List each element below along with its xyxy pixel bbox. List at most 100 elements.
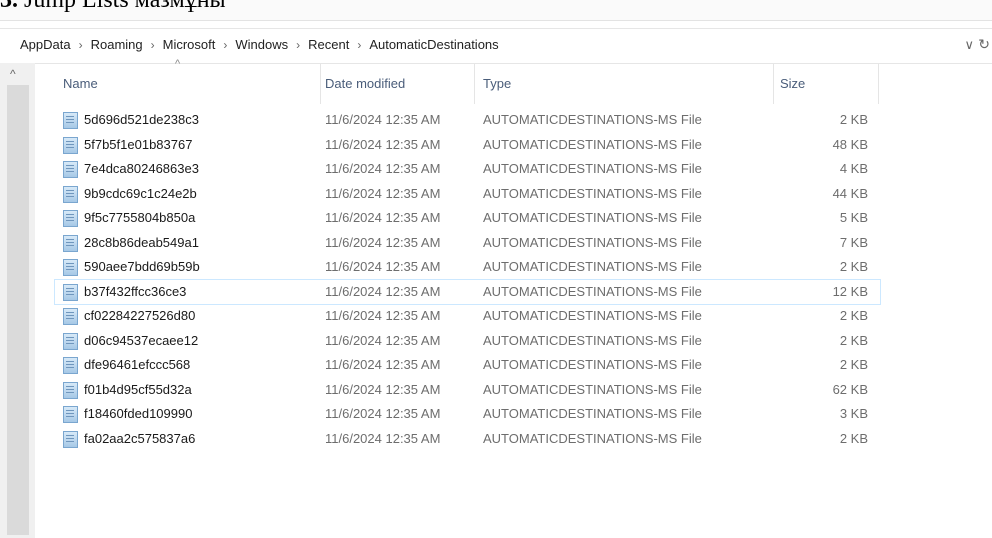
- file-name: 7e4dca80246863e3: [84, 161, 199, 176]
- column-header-type-label: Type: [483, 76, 512, 91]
- file-name: 590aee7bdd69b59b: [84, 259, 200, 274]
- file-size: 62 KB: [832, 381, 868, 397]
- column-header-name-label: Name: [63, 76, 98, 91]
- file-date-modified: 11/6/2024 12:35 AM: [325, 210, 441, 225]
- file-row[interactable]: b37f432ffcc36ce3 11/6/2024 12:35 AM AUTOMA…: [54, 278, 881, 305]
- breadcrumb-separator-icon[interactable]: ›: [223, 38, 227, 52]
- file-icon: [63, 406, 78, 423]
- file-date-modified: 11/6/2024 12:35 AM: [325, 185, 441, 201]
- file-row[interactable]: 5d696d521de238c3 11/6/2024 12:35 AM AUTOMA…: [55, 108, 880, 133]
- file-name: f18460fded109990: [84, 406, 193, 421]
- file-row[interactable]: d06c94537ecaee12 11/6/2024 12:35 AM AUTOMA…: [55, 329, 880, 354]
- column-header-size-label: Size: [780, 76, 806, 91]
- file-type: AUTOMATICDESTINATIONS-MS File: [483, 430, 702, 446]
- file-size: 2 KB: [839, 357, 868, 372]
- file-name: cf02284227526d80: [84, 308, 196, 323]
- file-row[interactable]: f01b4d95cf55d32a 11/6/2024 12:35 AM AUTOMA…: [55, 378, 880, 403]
- file-date-modified: 11/6/2024 12:35 AM: [325, 430, 441, 446]
- file-icon: [63, 210, 78, 227]
- file-size: 7 KB: [839, 234, 868, 250]
- file-row[interactable]: f18460fded109990 11/6/2024 12:35 AM AUTOMA…: [55, 402, 880, 427]
- file-type: AUTOMATICDESTINATIONS-MS File: [483, 283, 702, 299]
- file-date-modified: 11/6/2024 12:35 AM: [325, 381, 441, 397]
- file-size: 2 KB: [839, 112, 868, 127]
- file-row[interactable]: 590aee7bdd69b59b 11/6/2024 12:35 AM AUTOMA…: [55, 255, 880, 280]
- file-name: b37f432ffcc36ce3: [84, 283, 187, 299]
- file-icon: [63, 136, 78, 154]
- file-icon: [63, 430, 78, 448]
- scroll-up-icon[interactable]: ^: [10, 67, 16, 81]
- column-header-size[interactable]: Size: [774, 64, 878, 104]
- file-type: AUTOMATICDESTINATIONS-MS File: [483, 161, 702, 176]
- file-row[interactable]: cf02284227526d80 11/6/2024 12:35 AM AUTOMA…: [55, 304, 880, 329]
- file-row[interactable]: 28c8b86deab549a1 11/6/2024 12:35 AM AUTOMA…: [55, 231, 880, 256]
- file-icon: [63, 234, 78, 252]
- file-row[interactable]: 7e4dca80246863e3 11/6/2024 12:35 AM AUTOMA…: [55, 157, 880, 182]
- file-row[interactable]: 9f5c7755804b850a 11/6/2024 12:35 AM AUTOMA…: [55, 206, 880, 231]
- file-row[interactable]: 9b9cdc69c1c24e2b 11/6/2024 12:35 AM AUTOMA…: [55, 182, 880, 207]
- file-date-modified: 11/6/2024 12:35 AM: [325, 234, 441, 250]
- file-date-modified: 11/6/2024 12:35 AM: [325, 259, 441, 274]
- file-size: 2 KB: [839, 308, 868, 323]
- file-type: AUTOMATICDESTINATIONS-MS File: [483, 112, 702, 127]
- file-icon: [63, 185, 78, 203]
- file-date-modified: 11/6/2024 12:35 AM: [325, 112, 441, 127]
- file-date-modified: 11/6/2024 12:35 AM: [325, 161, 441, 176]
- breadcrumb-separator-icon[interactable]: ›: [79, 38, 83, 52]
- address-bar[interactable]: AppData › Roaming › Microsoft › Windows › Recent…: [0, 28, 992, 64]
- file-type: AUTOMATICDESTINATIONS-MS File: [483, 357, 702, 372]
- caption-number: 3.: [0, 0, 18, 12]
- breadcrumb-separator-icon[interactable]: ›: [357, 38, 361, 52]
- file-name: 9b9cdc69c1c24e2b: [84, 185, 197, 201]
- caption-text: Jump Lists мазмұны: [24, 0, 226, 12]
- column-divider[interactable]: [878, 64, 879, 104]
- file-name: 5f7b5f1e01b83767: [84, 136, 193, 152]
- refresh-icon[interactable]: ↻: [978, 36, 990, 53]
- file-size: 12 KB: [832, 283, 868, 299]
- breadcrumb-separator-icon[interactable]: ›: [151, 38, 155, 52]
- file-size: 3 KB: [839, 406, 868, 421]
- breadcrumb-segment[interactable]: Roaming: [91, 37, 143, 52]
- breadcrumb-segment[interactable]: Microsoft: [163, 37, 216, 52]
- file-size: 2 KB: [839, 259, 868, 274]
- file-size: 5 KB: [839, 210, 868, 225]
- navigation-pane-scrollbar[interactable]: ^: [0, 63, 35, 538]
- breadcrumb-segment[interactable]: Windows: [235, 37, 288, 52]
- file-size: 44 KB: [832, 185, 868, 201]
- file-icon: [63, 308, 78, 325]
- scrollbar-thumb[interactable]: [7, 85, 29, 535]
- file-size: 4 KB: [839, 161, 868, 176]
- column-header-type[interactable]: Type: [475, 64, 773, 104]
- breadcrumb: AppData › Roaming › Microsoft › Windows › Recent…: [20, 37, 499, 52]
- file-type: AUTOMATICDESTINATIONS-MS File: [483, 381, 702, 397]
- file-date-modified: 11/6/2024 12:35 AM: [325, 406, 441, 421]
- breadcrumb-separator-icon[interactable]: ›: [296, 38, 300, 52]
- file-type: AUTOMATICDESTINATIONS-MS File: [483, 136, 702, 152]
- column-header-date[interactable]: Date modified: [321, 64, 474, 104]
- breadcrumb-segment[interactable]: Recent: [308, 37, 349, 52]
- file-date-modified: 11/6/2024 12:35 AM: [325, 308, 441, 323]
- file-icon: [63, 332, 78, 350]
- file-icon: [63, 381, 78, 399]
- file-row[interactable]: dfe96461efccc568 11/6/2024 12:35 AM AUTOMA…: [55, 353, 880, 378]
- file-date-modified: 11/6/2024 12:35 AM: [325, 283, 441, 299]
- file-type: AUTOMATICDESTINATIONS-MS File: [483, 406, 702, 421]
- file-date-modified: 11/6/2024 12:35 AM: [325, 357, 441, 372]
- file-type: AUTOMATICDESTINATIONS-MS File: [483, 210, 702, 225]
- chevron-down-icon[interactable]: ∨: [964, 37, 974, 53]
- breadcrumb-segment[interactable]: AppData: [20, 37, 71, 52]
- column-header-name[interactable]: Name: [55, 64, 320, 104]
- file-type: AUTOMATICDESTINATIONS-MS File: [483, 308, 702, 323]
- file-type: AUTOMATICDESTINATIONS-MS File: [483, 234, 702, 250]
- file-icon: [63, 161, 78, 178]
- file-name: 5d696d521de238c3: [84, 112, 199, 127]
- file-icon: [63, 112, 78, 129]
- file-name: dfe96461efccc568: [84, 357, 191, 372]
- breadcrumb-segment[interactable]: AutomaticDestinations: [369, 37, 498, 52]
- file-date-modified: 11/6/2024 12:35 AM: [325, 332, 441, 348]
- file-row[interactable]: 5f7b5f1e01b83767 11/6/2024 12:35 AM AUTOMA…: [55, 133, 880, 158]
- file-icon: [63, 283, 78, 301]
- file-row[interactable]: fa02aa2c575837a6 11/6/2024 12:35 AM AUTOMA…: [55, 427, 880, 452]
- file-date-modified: 11/6/2024 12:35 AM: [325, 136, 441, 152]
- file-type: AUTOMATICDESTINATIONS-MS File: [483, 185, 702, 201]
